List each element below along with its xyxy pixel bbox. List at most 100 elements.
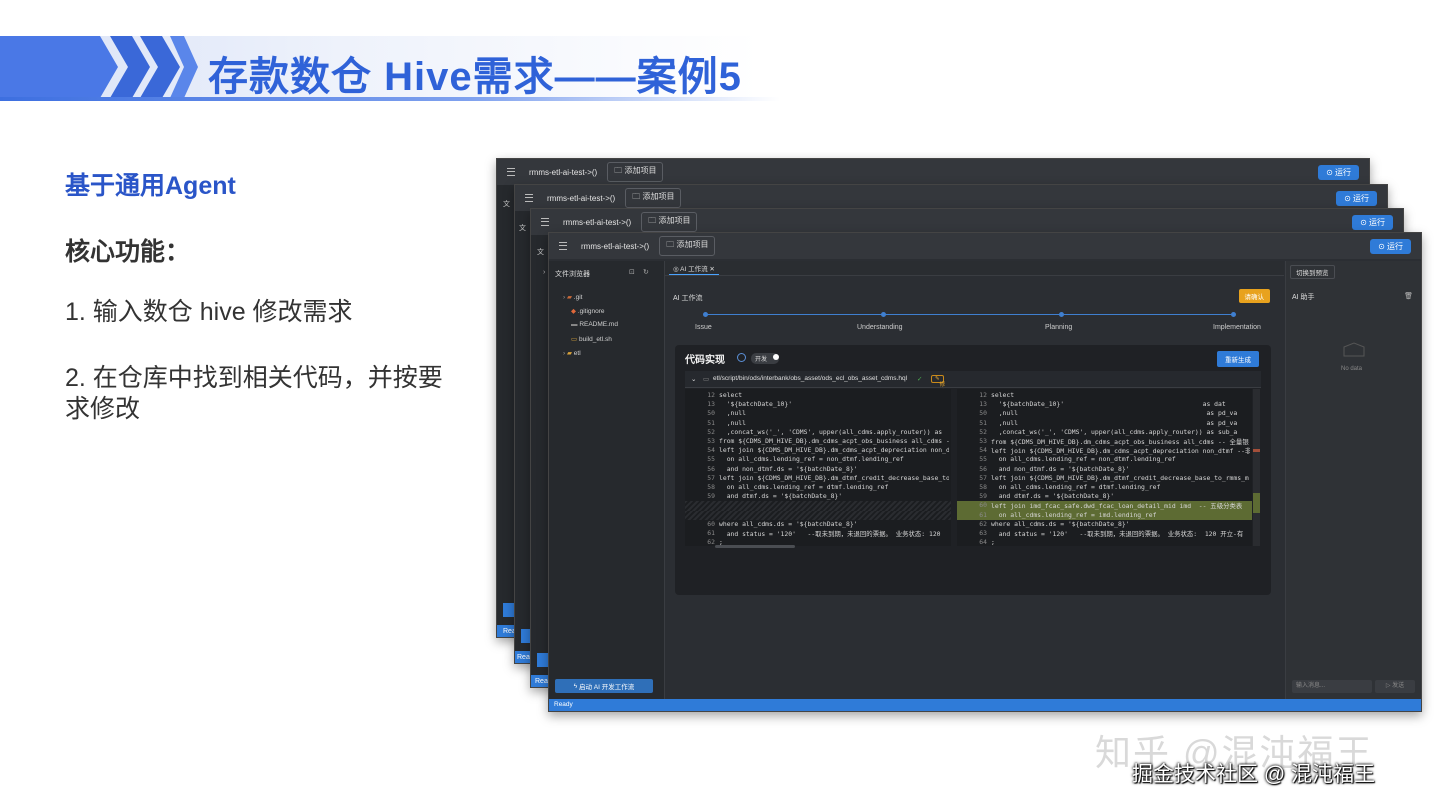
core-function-label: 核心功能： [65,238,191,266]
code-line: 52 ,concat_ws('_', 'CDMS', upper(all_cdm… [957,428,1252,437]
code-line: 61 on all_cdms.lending_ref = imd.lending… [957,510,1252,520]
start-ai-workflow-button[interactable]: ϟ 启动 AI 开发工作流 [555,679,653,693]
step-dot-planning [1059,312,1064,317]
menu-icon[interactable] [559,242,567,250]
code-line: 13 '${batchDate_10}' [685,400,951,409]
diff-pane-original[interactable]: 12 select 13 '${batchDate_10}' 50 ,null 51 ,… [685,389,951,546]
line-number: 53 [979,437,987,445]
run-button[interactable]: ⊙ 运行 [1370,238,1411,254]
tab-ai-workflow[interactable]: ◎ AI 工作流 ✕ [669,263,719,275]
refresh-icon[interactable]: ↻ [643,268,649,276]
tree-item-gitignore[interactable]: ◆ .gitignore [571,307,605,315]
horizontal-scrollbar[interactable] [715,545,795,548]
project-name: rmms-etl-ai-test->() [529,167,598,177]
code-text: '${batchDate_10}' as dat [991,400,1226,409]
code-line: 53 from ${CDMS_DM_HIVE_DB}.dm_cdms_acpt_o… [957,437,1252,446]
send-button[interactable]: ▷ 发送 [1375,680,1415,693]
switch-preview-button[interactable]: 切换到预览 [1290,265,1335,279]
status-text: Ready [554,701,573,708]
play-icon: ⊙ [1378,241,1385,251]
code-text: on all_cdms.lending_ref = dtmf.lending_r… [719,483,889,491]
step-understanding[interactable]: Understanding [857,324,903,331]
code-text: from ${CDMS_DM_HIVE_DB}.dm_cdms_acpt_obs… [719,437,949,445]
line-number: 53 [707,437,715,445]
run-button[interactable]: ⊙ 运行 [1318,164,1359,180]
folder-icon: 🗀 [666,240,675,249]
code-text: left join ${CDMS_DM_HIVE_DB}.dm_dtmf_cre… [719,473,949,482]
line-number: 52 [979,427,987,436]
add-project-button[interactable]: 🗀 添加项目 [659,236,716,256]
code-line [685,501,951,511]
code-text: where all_cdms.ds = '${batchDate_8}' [991,519,1130,528]
progress-line [705,314,1234,315]
line-number: 13 [979,400,987,409]
info-icon[interactable] [737,353,746,362]
tree-item-etl[interactable]: › ▰ etl [563,349,581,357]
trash-icon[interactable]: 🗑 [1404,292,1413,300]
code-line: 55 on all_cdms.lending_ref = non_dtmf.le… [957,455,1252,464]
code-line: 54 left join ${CDMS_DM_HIVE_DB}.dm_cdms_a… [685,446,951,455]
code-text: ,null [719,418,746,427]
ai-assistant-panel: 切换到预览 AI 助手 🗑 No data 输入消息... ▷ 发送 [1285,261,1421,699]
slide-subtitle: 基于通用Agent [65,172,236,200]
code-text: on all_cdms.lending_ref = imd.lending_re… [991,510,1157,519]
code-line: 55 on all_cdms.lending_ref = non_dtmf.le… [685,455,951,464]
code-text: ,concat_ws('_', 'CDMS', upper(all_cdms.a… [719,427,943,436]
tree-item-git[interactable]: › ▰ .git [563,293,582,301]
run-button[interactable]: ⊙ 运行 [1352,214,1393,230]
line-number: 62 [979,519,987,528]
code-line: 50 ,null as pd_va [957,409,1252,418]
file-browser-label: 文 [503,201,510,208]
line-number: 61 [979,510,987,519]
code-line: 64; [957,538,1252,546]
code-text: ,null [719,409,746,418]
project-name: rmms-etl-ai-test->() [563,217,632,227]
file-icon: ▭ [703,376,710,383]
file-browser-panel: › 文件浏览器 ⊡ ↻ › ▰ .git ◆ .gitignore ▬ READ… [543,261,665,699]
step-issue[interactable]: Issue [695,324,712,331]
tree-item-build-script[interactable]: ▭ build_etl.sh [571,335,612,343]
step-planning[interactable]: Planning [1045,324,1072,331]
code-text: from ${CDMS_DM_HIVE_DB}.dm_cdms_acpt_obs… [991,438,1249,446]
code-text: on all_cdms.lending_ref = non_dtmf.lendi… [991,455,1176,464]
feature-item-2: 2. 在仓库中找到相关代码，并按要求修改 [65,364,443,423]
file-browser-label: 文 [519,225,526,232]
file-diff-header[interactable]: ⌄ ▭ etl/script/bin/ods/interbank/obs_ass… [685,371,1261,396]
code-line: 58 on all_cdms.lending_ref = dtmf.lendin… [957,483,1252,492]
line-number: 58 [707,483,715,491]
tree-item-readme[interactable]: ▬ README.md [571,321,618,328]
add-project-button[interactable]: 🗀 添加项目 [641,212,698,232]
code-text: ,null as pd_va [991,409,1238,418]
code-line: 13 '${batchDate_10}' as dat [957,400,1252,409]
add-project-button[interactable]: 🗀 添加项目 [607,162,664,182]
step-implementation[interactable]: Implementation [1213,324,1261,331]
code-line: 52 ,concat_ws('_', 'CDMS', upper(all_cdm… [685,428,951,437]
line-number: 60 [979,501,987,510]
code-text: on all_cdms.lending_ref = dtmf.lending_r… [991,483,1161,491]
menu-icon[interactable] [525,194,533,202]
code-text: left join ${CDMS_DM_HIVE_DB}.dm_dtmf_cre… [991,473,1249,482]
menu-icon[interactable] [541,218,549,226]
add-project-button[interactable]: 🗀 添加项目 [625,188,682,208]
collapse-chevron-icon[interactable]: › [543,269,545,276]
message-input[interactable]: 输入消息... [1292,680,1372,693]
menu-icon[interactable] [507,168,515,176]
code-line: 12 select [685,391,951,400]
feature-item-1: 1. 输入数仓 hive 修改需求 [65,298,353,326]
confirm-button[interactable]: 请确认 [1238,289,1270,303]
code-text: and dtmf.ds = '${batchDate_8}' [991,492,1115,501]
line-number: 64 [979,538,987,546]
terminal-icon[interactable]: ⊡ [629,268,635,276]
diff-overview-ruler[interactable] [1253,389,1260,546]
chevron-down-icon[interactable]: ⌄ [691,375,696,383]
code-line: 60 left join imd_fcac_safe.dwd_fcac_loan_… [957,501,1252,511]
code-text: select [719,391,743,399]
code-line: 57 left join ${CDMS_DM_HIVE_DB}.dm_dtmf_c… [685,474,951,483]
workflow-title: AI 工作流 [673,295,703,302]
line-number: 54 [707,446,715,455]
file-path: etl/script/bin/ods/interbank/obs_asset/o… [713,375,908,382]
diff-pane-modified[interactable]: 12 select 13 '${batchDate_10}' as dat 50 ,n… [957,389,1252,546]
code-text: and non_dtmf.ds = '${batchDate_8}' [719,464,858,473]
regenerate-button[interactable]: 重新生成 [1217,351,1259,367]
run-button[interactable]: ⊙ 运行 [1336,190,1377,206]
